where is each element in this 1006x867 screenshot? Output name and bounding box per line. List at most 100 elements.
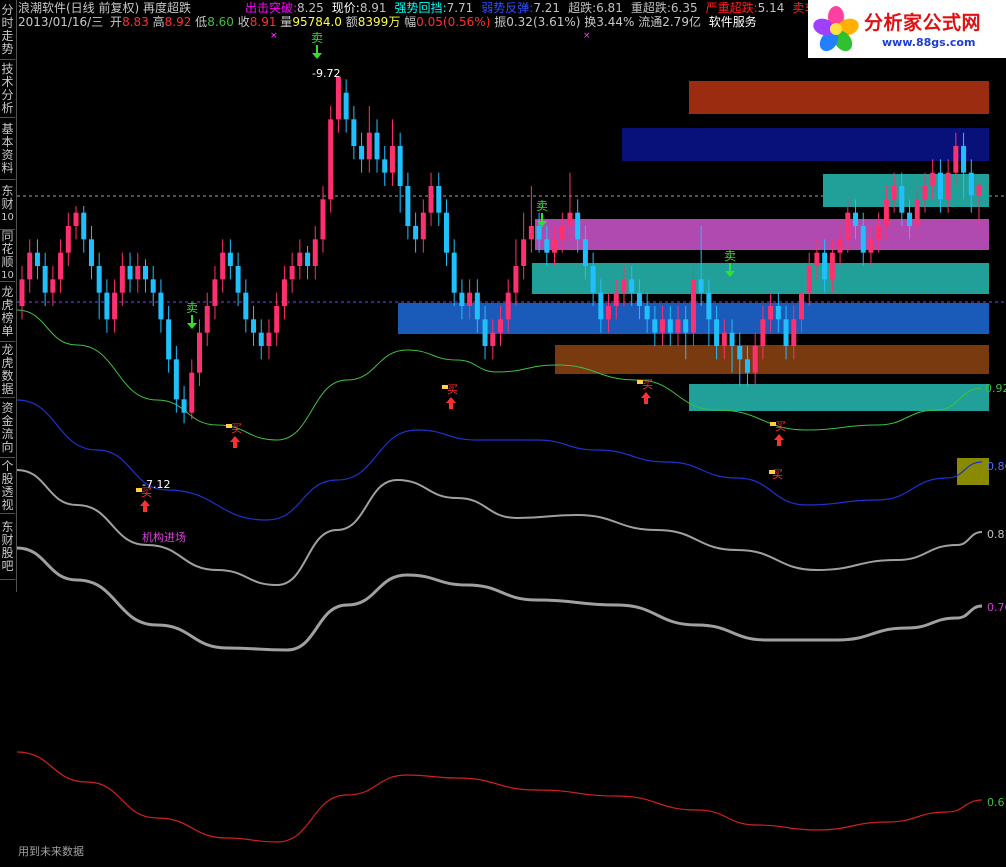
sidebar-tab-0[interactable]: 分时走势 — [0, 0, 15, 60]
sidebar-tab-6[interactable]: 龙虎数据 — [0, 342, 15, 398]
sidebar-tab-char: 10 — [1, 212, 14, 223]
candle-body — [88, 239, 94, 266]
sidebar-tab-char: 视 — [1, 497, 14, 512]
quote-date: 2013/01/16/三 — [18, 15, 104, 29]
candle-body — [814, 252, 820, 266]
indicator-label-0: 出击突破: — [245, 1, 298, 15]
indicator-values-row: 出击突破:8.25 现价:8.91 强势回挡:7.71 弱势反弹:7.21 超跌:6.8… — [245, 1, 828, 15]
candle-body — [883, 199, 889, 226]
sidebar-tab-char: 财 — [1, 532, 14, 547]
price-band-0 — [689, 81, 989, 114]
candle-body — [845, 212, 851, 240]
candle-body — [389, 146, 395, 173]
amount-label: 额 — [345, 15, 358, 29]
sidebar-tab-char: 分 — [1, 2, 14, 17]
candle-body — [227, 252, 233, 266]
candle-body — [660, 319, 666, 333]
indicator-value-1: 8.91 — [359, 1, 387, 15]
indicator-label-5: 重超跌: — [630, 1, 671, 15]
candle-body — [667, 319, 673, 333]
candle-body — [351, 119, 357, 146]
sidebar-tab-9[interactable]: 东财股吧 — [0, 514, 15, 580]
sidebar: 分时走势技术分析基本资料东财 10 同花顺 10 龙虎榜单龙虎数据资金流向个股透视东财股… — [0, 0, 17, 592]
price-band-7 — [689, 384, 989, 411]
logo-title: 分析家公式网 — [864, 12, 982, 34]
candle-body — [258, 332, 264, 346]
buy-marker-icon-3 — [637, 380, 643, 384]
candle-body — [112, 292, 118, 320]
candle-body — [436, 186, 442, 213]
right-axis-value-1: 0.86 — [987, 460, 1006, 473]
candle-body — [397, 146, 403, 186]
sell-signal-label-1: 卖 — [186, 301, 198, 315]
candle-body — [907, 212, 913, 226]
candle-body — [173, 359, 179, 400]
close-value: 8.91 — [249, 15, 277, 29]
candle-body — [50, 279, 56, 293]
sidebar-tab-char: 个 — [1, 458, 14, 473]
flower-logo-icon — [813, 6, 859, 52]
sell-arrow-icon-0 — [312, 45, 322, 59]
candle-body — [937, 172, 943, 200]
candle-body — [413, 226, 419, 240]
site-logo: 分析家公式网 www.88gs.com — [808, 0, 1006, 58]
sidebar-tab-3[interactable]: 东财 10 — [0, 180, 15, 230]
candle-body — [575, 212, 581, 240]
candle-body — [552, 239, 558, 253]
sidebar-tab-char: 吧 — [1, 558, 14, 573]
candle-body — [729, 332, 735, 346]
right-axis-value-2: 0.81 — [987, 528, 1006, 541]
right-axis-value-3: 0.76 — [987, 601, 1006, 614]
sidebar-tab-char: 资 — [1, 147, 14, 162]
sidebar-tab-char: 虎 — [1, 297, 14, 312]
candle-body — [629, 279, 635, 293]
kline-chart-svg[interactable]: -9.72-7.12机构进场卖卖卖卖买买买买买买××0.920.860.810.… — [16, 0, 1006, 867]
logo-url: www.88gs.com — [882, 36, 976, 49]
candle-body — [42, 266, 48, 293]
candle-body — [27, 252, 33, 280]
candle-body — [474, 292, 480, 320]
candle-body — [204, 306, 210, 333]
sidebar-tab-char: 股 — [1, 471, 14, 486]
indicator-value-4: 6.81 — [596, 1, 623, 15]
amp-label: 振 — [494, 15, 507, 29]
candle-body — [428, 186, 434, 213]
chart-area[interactable]: -9.72-7.12机构进场卖卖卖卖买买买买买买××0.920.860.810.… — [16, 0, 1006, 867]
candle-body — [297, 252, 303, 266]
sidebar-tab-7[interactable]: 资金流向 — [0, 398, 15, 458]
price-band-3 — [535, 219, 989, 250]
candle-body — [914, 199, 920, 226]
open-label: 开 — [110, 15, 123, 29]
candle-body — [274, 306, 280, 333]
candle-body — [945, 172, 951, 200]
sidebar-tab-2[interactable]: 基本资料 — [0, 118, 15, 180]
candle-body — [104, 292, 110, 320]
sell-arrow-icon-1 — [187, 315, 197, 329]
buy-arrow-icon-0 — [140, 500, 150, 512]
candle-body — [243, 292, 249, 320]
sidebar-tab-5[interactable]: 龙虎榜单 — [0, 282, 15, 342]
candle-body — [621, 279, 627, 293]
sidebar-tab-1[interactable]: 技术分析 — [0, 60, 15, 118]
sell-signal-label-0: 卖 — [311, 31, 323, 45]
gray-ma-line-2 — [16, 546, 983, 652]
sidebar-tab-char: 资 — [1, 400, 14, 415]
candle-body — [714, 319, 720, 346]
candle-body — [829, 252, 835, 280]
candle-body — [791, 319, 797, 346]
indicator-value-5: 6.35 — [670, 1, 698, 15]
candle-body — [536, 226, 542, 240]
sidebar-tab-char: 走 — [1, 28, 14, 43]
right-axis-value-0: 0.92 — [985, 382, 1006, 395]
sidebar-tab-char: 势 — [1, 41, 14, 56]
candle-body — [544, 239, 550, 253]
candle-body — [868, 239, 874, 253]
future-data-note: 用到未来数据 — [18, 845, 84, 858]
sidebar-tab-8[interactable]: 个股透视 — [0, 458, 15, 514]
sidebar-tab-4[interactable]: 同花顺 10 — [0, 229, 15, 282]
stock-chart-window: 分时走势技术分析基本资料东财 10 同花顺 10 龙虎榜单龙虎数据资金流向个股透视东财股… — [0, 0, 1006, 867]
candle-body — [806, 266, 812, 293]
candle-body — [837, 239, 843, 253]
candle-body — [150, 279, 156, 293]
buy-arrow-icon-4 — [774, 434, 784, 446]
